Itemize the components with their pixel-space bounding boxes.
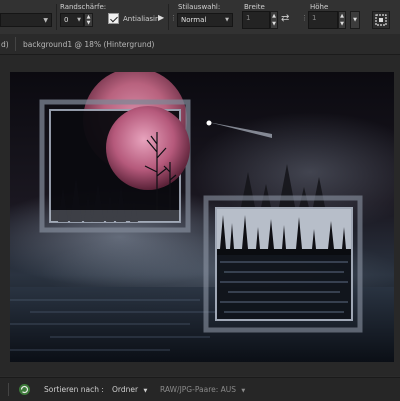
style-value: Normal xyxy=(181,16,207,24)
document-tab-bar: d) background1 @ 18% (Hintergrund) xyxy=(0,34,400,55)
edge-input[interactable]: 0 ▼ xyxy=(60,13,84,27)
tab-label: background1 @ 18% (Hintergrund) xyxy=(23,40,155,49)
divider xyxy=(168,4,169,30)
sort-value: Ordner xyxy=(112,385,139,394)
height-input[interactable]: 1 xyxy=(308,11,338,29)
tab-previous[interactable]: d) xyxy=(0,36,16,53)
raw-jpg-dropdown[interactable]: RAW/JPG-Paare: AUS ▼ xyxy=(160,385,245,394)
antialias-label: Antialiasir xyxy=(123,15,158,23)
divider xyxy=(15,37,16,51)
filmstrip-bar: Sortieren nach : Ordner ▼ RAW/JPG-Paare:… xyxy=(0,377,400,401)
style-label: Stilauswahl: xyxy=(178,3,221,11)
style-select[interactable]: Normal ▼ xyxy=(177,13,233,27)
chevron-down-icon: ▼ xyxy=(225,17,229,23)
sort-dropdown[interactable]: Ordner ▼ xyxy=(112,385,147,394)
mode-select[interactable]: ▼ xyxy=(0,13,52,27)
chevron-down-icon: ▼ xyxy=(143,388,148,394)
chevron-down-icon: ▼ xyxy=(43,17,48,24)
width-label: Breite xyxy=(244,3,265,11)
options-bar: ▼ Randschärfe: 0 ▼ ▲ ▼ Antialiasir ▶ Stil… xyxy=(0,0,400,35)
artwork-image xyxy=(10,72,394,362)
mask-button[interactable] xyxy=(372,11,390,29)
edge-value: 0 xyxy=(64,16,69,24)
height-label: Höhe xyxy=(310,3,329,11)
antialias-checkbox[interactable] xyxy=(108,13,119,24)
raw-jpg-label: RAW/JPG-Paare: AUS xyxy=(160,385,237,394)
tab-background1[interactable]: background1 @ 18% (Hintergrund) xyxy=(17,36,227,53)
width-value: 1 xyxy=(246,14,251,22)
caret-right-icon[interactable]: ▶ xyxy=(158,13,164,22)
width-stepper[interactable]: ▲ ▼ xyxy=(270,11,278,29)
swap-icon[interactable]: ⇄ xyxy=(281,13,289,24)
chevron-down-icon: ▼ xyxy=(241,388,246,394)
height-unit-dropdown[interactable]: ▼ xyxy=(350,11,360,29)
dots-icon: ⋮ xyxy=(301,14,308,22)
width-input[interactable]: 1 xyxy=(242,11,270,29)
workspace xyxy=(0,55,400,376)
document-canvas[interactable] xyxy=(10,72,394,362)
edge-label: Randschärfe: xyxy=(60,3,107,11)
mask-icon xyxy=(375,14,387,26)
divider xyxy=(56,4,57,30)
sort-label: Sortieren nach : xyxy=(44,385,104,394)
tab-label: d) xyxy=(1,40,9,49)
dots-icon: ⋮ xyxy=(170,14,177,22)
divider xyxy=(8,383,9,396)
chevron-down-icon: ▼ xyxy=(77,17,81,23)
height-value: 1 xyxy=(312,14,317,22)
height-stepper[interactable]: ▲ ▼ xyxy=(338,11,346,29)
edge-stepper[interactable]: ▲ ▼ xyxy=(84,13,93,27)
refresh-icon[interactable] xyxy=(18,383,31,396)
